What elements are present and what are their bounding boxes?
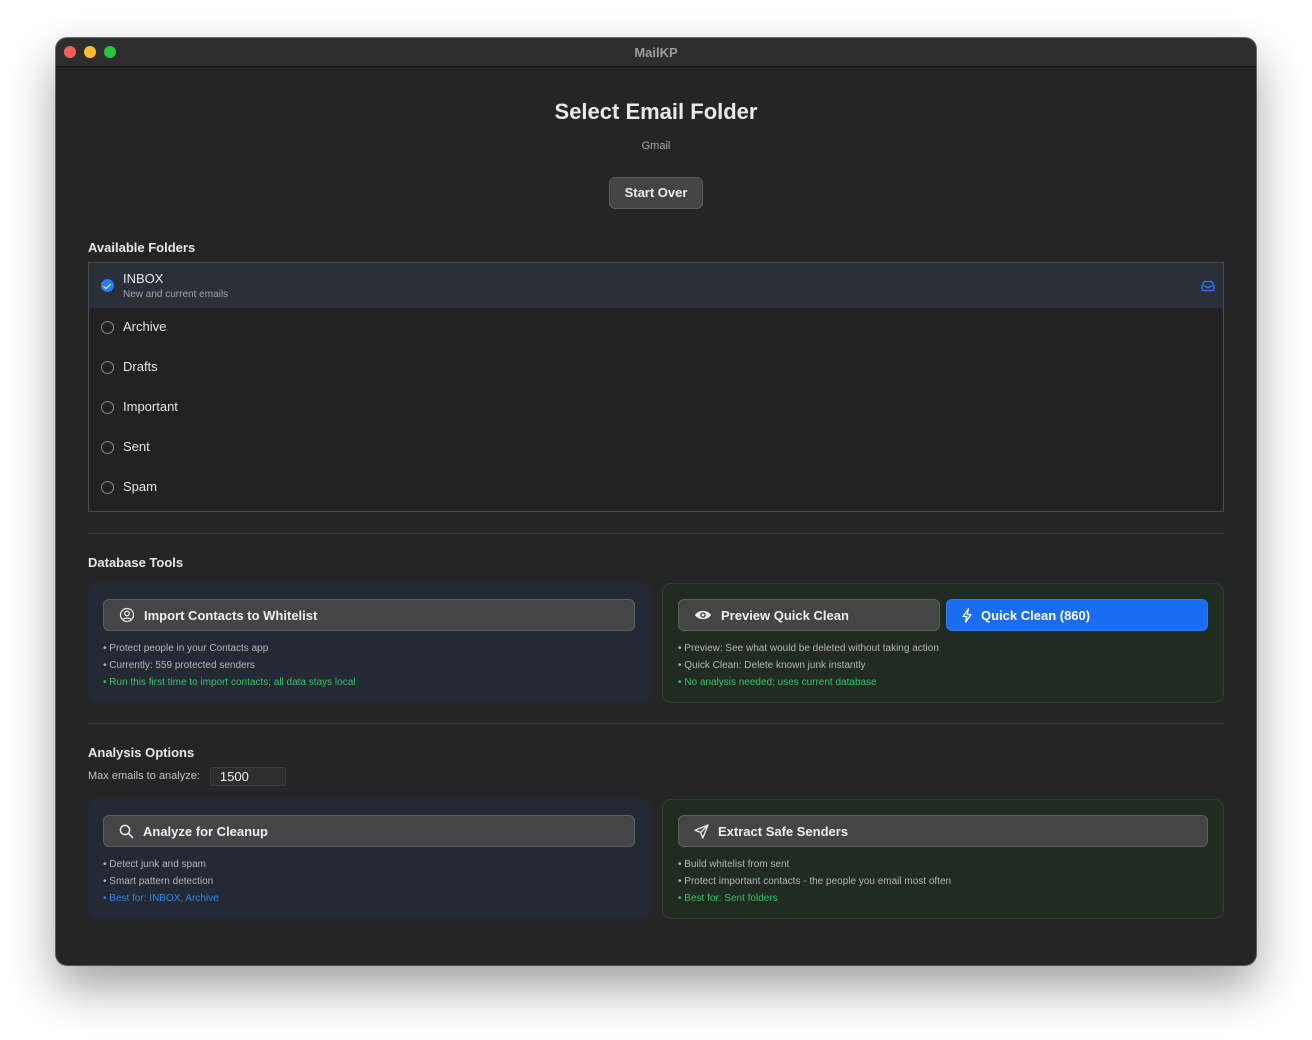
best-for-line: • Best for: INBOX, Archive — [103, 893, 219, 904]
max-emails-label: Max emails to analyze: — [88, 770, 200, 782]
max-emails-row: Max emails to analyze: 1500 — [88, 766, 1224, 786]
page-title: Select Email Folder — [554, 99, 758, 124]
note-line: • Quick Clean: Delete known junk instant… — [678, 660, 866, 671]
analyze-for-cleanup-label: Analyze for Cleanup — [143, 823, 268, 839]
window-title: MailKP — [634, 45, 678, 60]
extract-safe-senders-button[interactable]: Extract Safe Senders — [678, 815, 1208, 847]
quick-clean-button[interactable]: Quick Clean (860) — [946, 599, 1208, 631]
import-contacts-button[interactable]: Import Contacts to Whitelist — [103, 599, 635, 631]
folder-item-drafts[interactable]: Drafts — [89, 348, 1223, 388]
folder-name: Drafts — [123, 359, 158, 374]
quick-clean-card: Preview Quick Clean Quick Clean (860) • … — [662, 583, 1224, 703]
account-name: Gmail — [641, 140, 671, 152]
analyze-card: Analyze for Cleanup • Detect junk and sp… — [88, 799, 650, 919]
folder-list: INBOX New and current emails Archive Dra… — [88, 262, 1224, 512]
bolt-icon — [962, 607, 972, 623]
section-divider — [88, 723, 1224, 724]
database-tools-cards: Import Contacts to Whitelist • Protect p… — [88, 583, 1224, 703]
note-line: • Preview: See what would be deleted wit… — [678, 643, 939, 654]
import-contacts-card: Import Contacts to Whitelist • Protect p… — [88, 583, 650, 703]
note-line: • Protect important contacts - the peopl… — [678, 876, 952, 887]
preview-quick-clean-label: Preview Quick Clean — [721, 607, 849, 623]
note-line: • Detect junk and spam — [103, 859, 206, 870]
analyze-for-cleanup-button[interactable]: Analyze for Cleanup — [103, 815, 635, 847]
inbox-tray-icon — [1201, 279, 1215, 297]
tip-line: • No analysis needed; uses current datab… — [678, 677, 877, 688]
eye-icon — [694, 609, 712, 621]
contacts-icon — [119, 607, 135, 623]
paper-plane-icon — [694, 823, 709, 839]
available-folders-heading: Available Folders — [88, 240, 196, 255]
note-line: • Build whitelist from sent — [678, 859, 790, 870]
quick-clean-notes: • Preview: See what would be deleted wit… — [678, 640, 1208, 691]
note-line: • Smart pattern detection — [103, 876, 214, 887]
analysis-options-heading: Analysis Options — [88, 745, 195, 760]
section-divider — [88, 533, 1224, 534]
folder-item-archive[interactable]: Archive — [89, 308, 1223, 348]
radio-circle-icon[interactable] — [101, 481, 114, 494]
folder-name: Archive — [123, 319, 167, 334]
note-line: • Protect people in your Contacts app — [103, 643, 269, 654]
extract-notes: • Build whitelist from sent • Protect im… — [678, 856, 1208, 907]
extract-card: Extract Safe Senders • Build whitelist f… — [662, 799, 1224, 919]
folder-name: Spam — [123, 479, 157, 494]
database-tools-heading: Database Tools — [88, 555, 184, 570]
preview-quick-clean-button[interactable]: Preview Quick Clean — [678, 599, 940, 631]
best-for-line: • Best for: Sent folders — [678, 893, 778, 904]
title-bar: MailKP — [56, 38, 1256, 67]
radio-circle-icon[interactable] — [101, 361, 114, 374]
app-window: MailKP Select Email Folder Gmail Start O… — [56, 38, 1256, 965]
quick-clean-label: Quick Clean (860) — [981, 607, 1091, 623]
folder-name: INBOX — [123, 271, 164, 286]
tip-line: • Run this first time to import contacts… — [103, 677, 356, 688]
extract-safe-senders-label: Extract Safe Senders — [718, 823, 849, 839]
folder-item-spam[interactable]: Spam — [89, 468, 1223, 508]
radio-circle-icon[interactable] — [101, 401, 114, 414]
radio-circle-icon[interactable] — [101, 321, 114, 334]
folder-description: New and current emails — [123, 289, 229, 300]
analysis-cards: Analyze for Cleanup • Detect junk and sp… — [88, 799, 1224, 919]
main-content: Select Email Folder Gmail Start Over Ava… — [88, 66, 1224, 919]
radio-circle-icon[interactable] — [101, 441, 114, 454]
folder-name: Important — [123, 399, 178, 414]
import-contacts-label: Import Contacts to Whitelist — [144, 607, 318, 623]
start-over-button[interactable]: Start Over — [608, 177, 704, 209]
max-emails-input[interactable]: 1500 — [209, 766, 286, 786]
folder-item-important[interactable]: Important — [89, 388, 1223, 428]
import-contacts-notes: • Protect people in your Contacts app • … — [103, 640, 635, 691]
analyze-notes: • Detect junk and spam • Smart pattern d… — [103, 856, 635, 907]
folder-name: Sent — [123, 439, 150, 454]
protected-senders-count: • Currently: 559 protected senders — [103, 660, 255, 671]
folder-item-sent[interactable]: Sent — [89, 428, 1223, 468]
folder-item-inbox[interactable]: INBOX New and current emails — [89, 263, 1223, 308]
magnifier-icon — [119, 824, 134, 839]
checkmark-circle-icon[interactable] — [101, 279, 114, 292]
